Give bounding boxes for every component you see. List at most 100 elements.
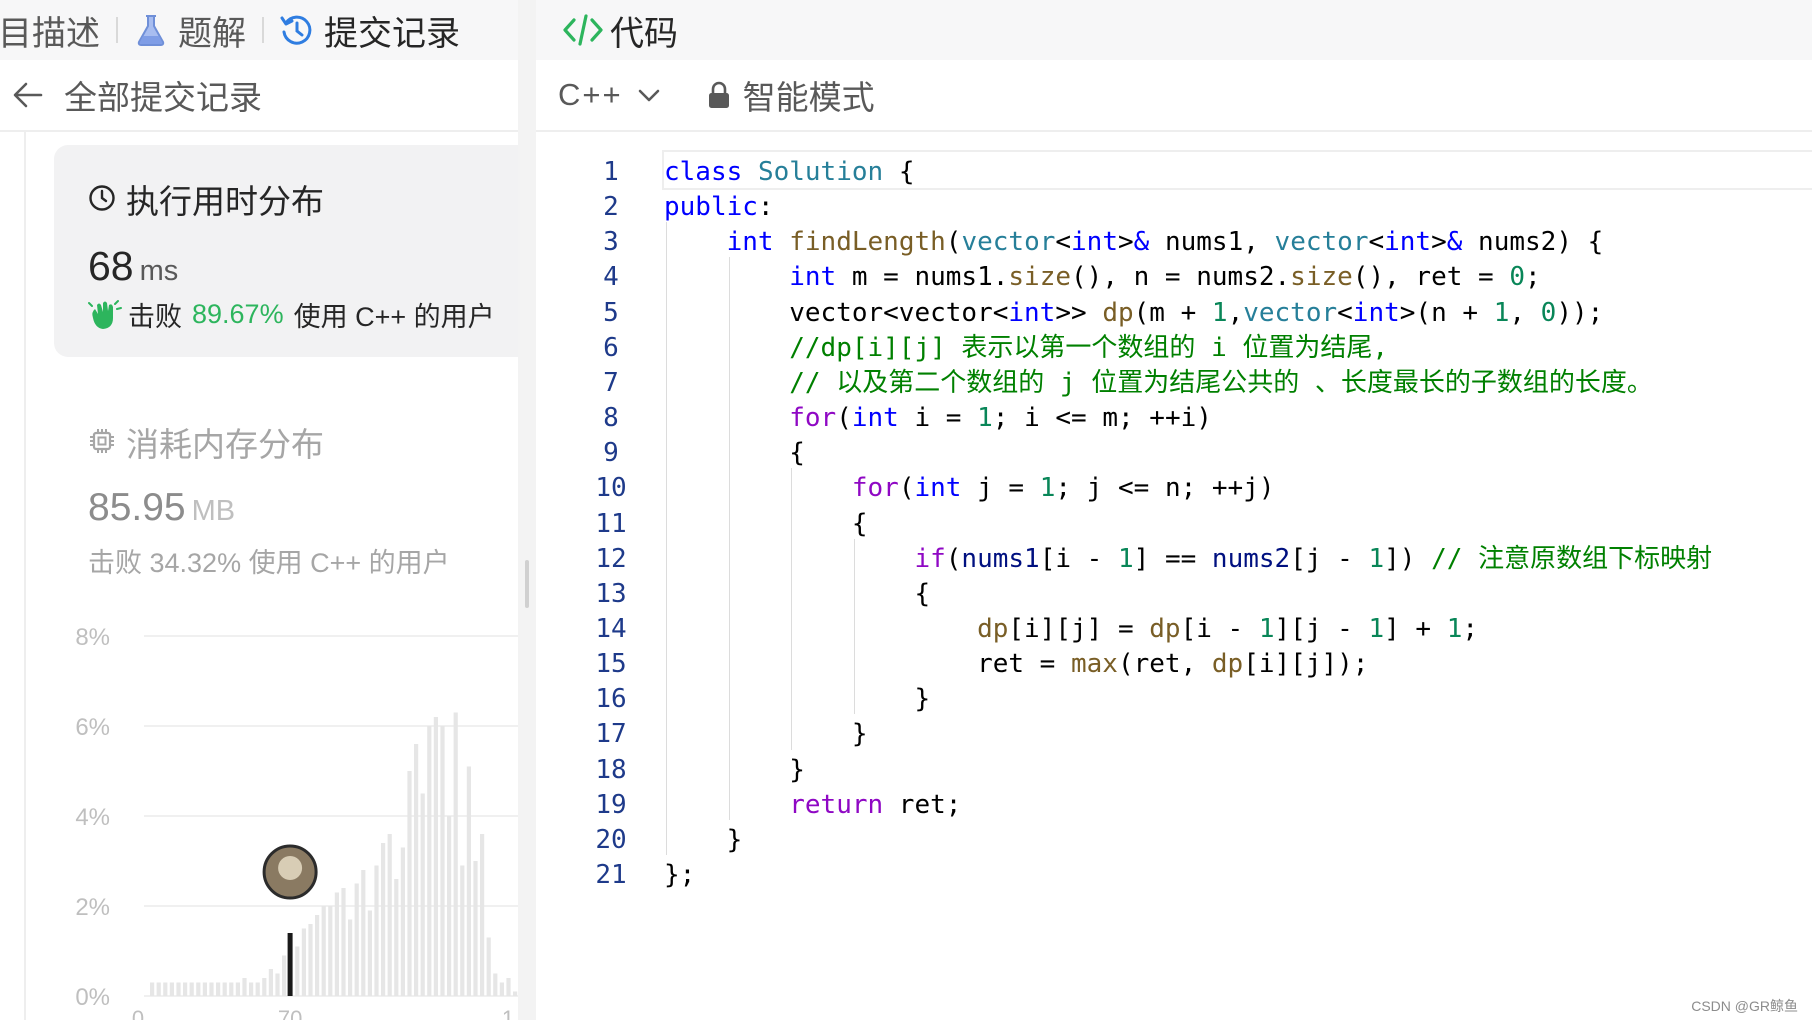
line-number: 2 xyxy=(603,192,619,223)
code-editor[interactable]: 1 class Solution {2 public: 3 int findLengt… xyxy=(536,140,1812,1020)
histogram-bar xyxy=(341,888,346,996)
histogram-bar xyxy=(433,717,438,996)
code-text: { xyxy=(664,508,868,539)
code-text: dp[i][j] = dp[i - 1][j - 1] + 1; xyxy=(977,613,1479,644)
histogram-bar xyxy=(268,969,273,996)
histogram-bar xyxy=(394,879,399,996)
histogram-bar xyxy=(460,865,465,996)
code-line: 14 dp[i][j] = dp[i - 1][j - 1] + 1; xyxy=(536,609,1812,649)
tab-description[interactable]: 目描述 xyxy=(0,0,100,60)
chip-icon xyxy=(88,427,118,457)
code-line: 10 for(int j = 1; j <= n; ++j) xyxy=(536,468,1812,508)
runtime-heading: 执行用时分布 xyxy=(88,175,324,223)
histogram-bar xyxy=(354,883,359,996)
memory-beat: 击败 34.32% 使用 C++ 的用户 xyxy=(88,548,450,578)
line-number: 18 xyxy=(595,754,627,785)
runtime-card[interactable]: 执行用时分布 68 ms 击败 89.67% 使用 C++ 的用户 xyxy=(54,145,518,357)
tab-submissions-label: 提交记录 xyxy=(324,14,460,53)
smart-mode-toggle[interactable]: 智能模式 xyxy=(743,71,875,119)
memory-heading-label: 消耗内存分布 xyxy=(126,426,324,463)
histogram-bar xyxy=(367,910,372,996)
x-tick-label: 0 xyxy=(132,1006,144,1020)
histogram-bar xyxy=(150,982,155,996)
histogram-bar xyxy=(282,955,287,996)
code-line: 9 { xyxy=(536,433,1812,473)
code-line: 16 } xyxy=(536,679,1812,719)
tab-divider xyxy=(116,17,118,43)
runtime-beat-percent: 89.67% xyxy=(192,299,284,329)
code-text: } xyxy=(664,824,743,855)
histogram-bar xyxy=(420,793,425,996)
submission-panel: 目描述 题解 提交记录 全部提交记录 执行用时分布 68 ms 击败 89.67… xyxy=(0,0,518,1020)
histogram-bar xyxy=(235,982,240,996)
code-text: } xyxy=(664,719,868,750)
histogram-bar xyxy=(202,982,207,996)
code-text: ret = max(ret, dp[i][j]); xyxy=(664,649,1369,680)
tab-solutions[interactable]: 题解 xyxy=(134,0,246,60)
code-text: for(int j = 1; j <= n; ++j) xyxy=(851,473,1275,504)
histogram-bar xyxy=(176,982,181,996)
code-line: 17 } xyxy=(536,714,1812,754)
histogram-bar xyxy=(361,870,366,996)
histogram-bar xyxy=(321,906,326,996)
line-number: 12 xyxy=(595,543,627,574)
memory-number: 85.95 xyxy=(88,486,186,529)
histogram-bar xyxy=(222,982,227,996)
code-text: { xyxy=(664,578,931,609)
panel-resize-handle[interactable] xyxy=(518,0,536,1020)
line-number: 15 xyxy=(595,649,627,680)
code-line: 4 int m = nums1.size(), n = nums2.size()… xyxy=(536,257,1812,297)
y-tick-label: 6% xyxy=(75,714,110,741)
runtime-distribution-chart[interactable]: 8% 6% 4% 2% 0% 0 70 1 xyxy=(0,600,518,1020)
watermark: CSDN @GR鲸鱼 xyxy=(1691,998,1798,1014)
all-submissions-title[interactable]: 全部提交记录 xyxy=(64,71,262,119)
histogram-bar xyxy=(486,937,491,996)
code-text: public: xyxy=(664,192,774,223)
code-text: int m = nums1.size(), n = nums2.size(), … xyxy=(789,262,1541,293)
line-number: 11 xyxy=(595,508,627,539)
histogram-bar xyxy=(163,982,168,996)
code-tab-bar: 代码 xyxy=(536,0,1812,60)
histogram-bar xyxy=(400,847,405,996)
histogram-bar xyxy=(229,982,234,996)
clock-icon xyxy=(88,184,118,214)
tab-submissions[interactable]: 提交记录 xyxy=(280,0,460,60)
line-number: 14 xyxy=(595,613,627,644)
histogram-bar xyxy=(374,865,379,996)
lock-icon xyxy=(707,81,731,109)
line-number: 16 xyxy=(595,684,627,715)
code-icon xyxy=(562,10,606,50)
tab-divider xyxy=(262,17,264,43)
histogram-bar xyxy=(493,973,498,996)
runtime-unit: ms xyxy=(139,255,179,287)
code-line: 20 } xyxy=(536,820,1812,860)
runtime-heading-label: 执行用时分布 xyxy=(126,183,324,220)
tab-description-label: 目描述 xyxy=(0,14,100,53)
code-line: 19 return ret; xyxy=(536,785,1812,825)
code-text: return ret; xyxy=(789,789,962,820)
code-line: 7 // 以及第二个数组的 j 位置为结尾公共的 、长度最长的子数组的长度。 xyxy=(536,363,1812,403)
histogram-bar xyxy=(189,982,194,996)
line-number: 20 xyxy=(595,824,627,855)
resize-grip[interactable] xyxy=(525,560,529,608)
line-number: 19 xyxy=(595,789,627,820)
arrow-left-icon[interactable] xyxy=(6,73,50,117)
memory-value: 85.95 MB xyxy=(88,486,235,530)
code-line: 8 for(int i = 1; i <= m; ++i) xyxy=(536,398,1812,438)
memory-heading[interactable]: 消耗内存分布 xyxy=(88,418,324,466)
code-text: } xyxy=(664,684,931,715)
histogram-bar xyxy=(513,991,518,996)
tab-code-label[interactable]: 代码 xyxy=(610,6,678,55)
x-tick-label: 1 xyxy=(502,1006,514,1020)
line-number: 3 xyxy=(603,227,619,258)
language-select[interactable]: C++ xyxy=(558,77,663,113)
code-text: if(nums1[i - 1] == nums2[j - 1]) // 注意原数… xyxy=(914,543,1713,574)
code-line: 6 //dp[i][j] 表示以第一个数组的 i 位置为结尾, xyxy=(536,328,1812,368)
code-text: vector<vector<int>> dp(m + 1,vector<int>… xyxy=(664,297,1604,328)
histogram-bar xyxy=(295,946,300,996)
code-line: 2 public: xyxy=(536,187,1812,227)
histogram-bar xyxy=(315,915,320,996)
x-tick-label: 70 xyxy=(278,1006,302,1020)
histogram-bar xyxy=(499,982,504,996)
histogram-bar xyxy=(301,928,306,996)
